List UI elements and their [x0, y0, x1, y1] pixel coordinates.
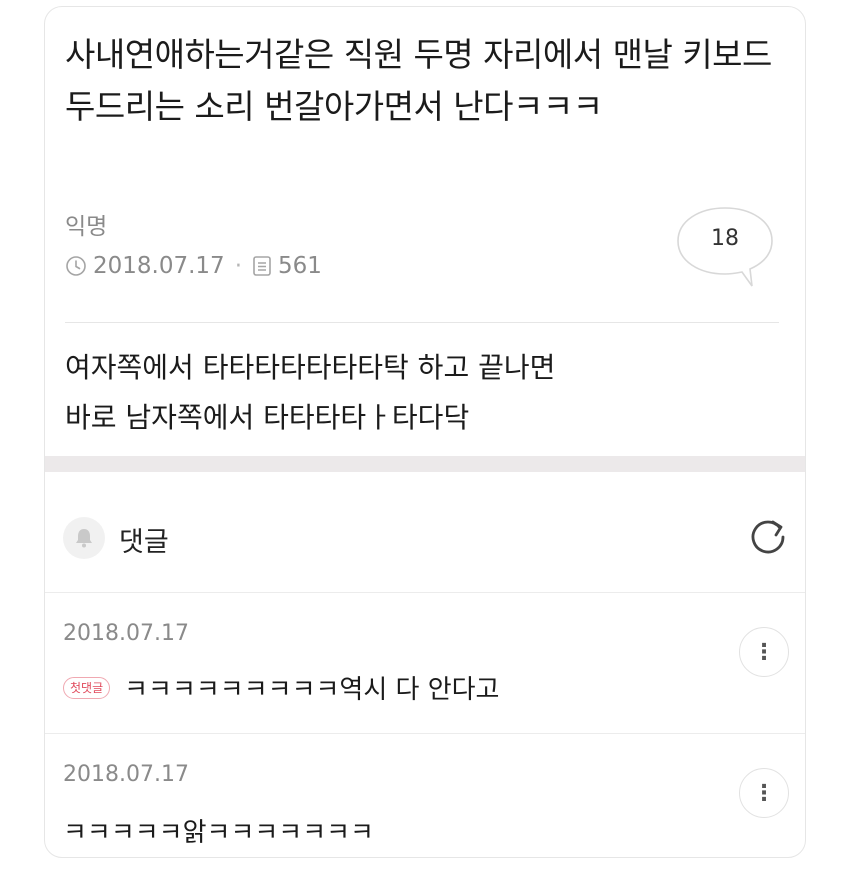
comment-text: ㅋㅋㅋㅋㅋㅋㅋㅋㅋ역시 다 안다고 — [124, 675, 500, 705]
comment-text-row: 첫댓글 ㅋㅋㅋㅋㅋㅋㅋㅋㅋ역시 다 안다고 — [63, 669, 499, 706]
post-meta: 2018.07.17 · 561 — [65, 253, 322, 279]
comments-label: 댓글 — [119, 527, 169, 558]
post-views: 561 — [278, 253, 322, 279]
comments-header: 댓글 — [45, 472, 805, 592]
more-vertical-icon[interactable]: ⋮ — [739, 768, 789, 818]
section-separator — [45, 456, 805, 472]
comment-count-bubble[interactable]: 18 — [676, 206, 774, 288]
comment-date: 2018.07.17 — [63, 762, 189, 787]
document-icon — [252, 255, 272, 277]
more-vertical-icon[interactable]: ⋮ — [739, 627, 789, 677]
post-body-line: 여자쪽에서 타타타타타타타탁 하고 끝나면 — [65, 351, 556, 384]
bell-icon[interactable] — [63, 517, 105, 559]
post-body: 여자쪽에서 타타타타타타타탁 하고 끝나면 바로 남자쪽에서 타타타타ㅏ타다닥 — [65, 343, 555, 443]
post-author: 익명 — [65, 214, 108, 240]
comment-date: 2018.07.17 — [63, 621, 189, 646]
divider — [65, 322, 779, 323]
post-body-line: 바로 남자쪽에서 타타타타ㅏ타다닥 — [65, 401, 470, 434]
comment-item: 2018.07.17 첫댓글 ㅋㅋㅋㅋㅋㅋㅋㅋㅋ역시 다 안다고 ⋮ — [45, 593, 805, 733]
post-title: 사내연애하는거같은 직원 두명 자리에서 맨날 키보드 두드리는 소리 번갈아가… — [65, 35, 772, 126]
first-comment-badge: 첫댓글 — [63, 676, 111, 699]
clock-icon — [65, 255, 87, 277]
post-date: 2018.07.17 — [93, 253, 225, 279]
post-card: 사내연애하는거같은 직원 두명 자리에서 맨날 키보드 두드리는 소리 번갈아가… — [44, 6, 806, 858]
refresh-icon[interactable] — [747, 516, 789, 558]
comment-item: 2018.07.17 ㅋㅋㅋㅋㅋ앍ㅋㅋㅋㅋㅋㅋㅋ ⋮ — [45, 734, 805, 857]
comment-text-row: ㅋㅋㅋㅋㅋ앍ㅋㅋㅋㅋㅋㅋㅋ — [63, 812, 374, 849]
comment-count: 18 — [711, 226, 739, 251]
comment-text: ㅋㅋㅋㅋㅋ앍ㅋㅋㅋㅋㅋㅋㅋ — [63, 818, 374, 848]
meta-separator: · — [234, 253, 243, 279]
